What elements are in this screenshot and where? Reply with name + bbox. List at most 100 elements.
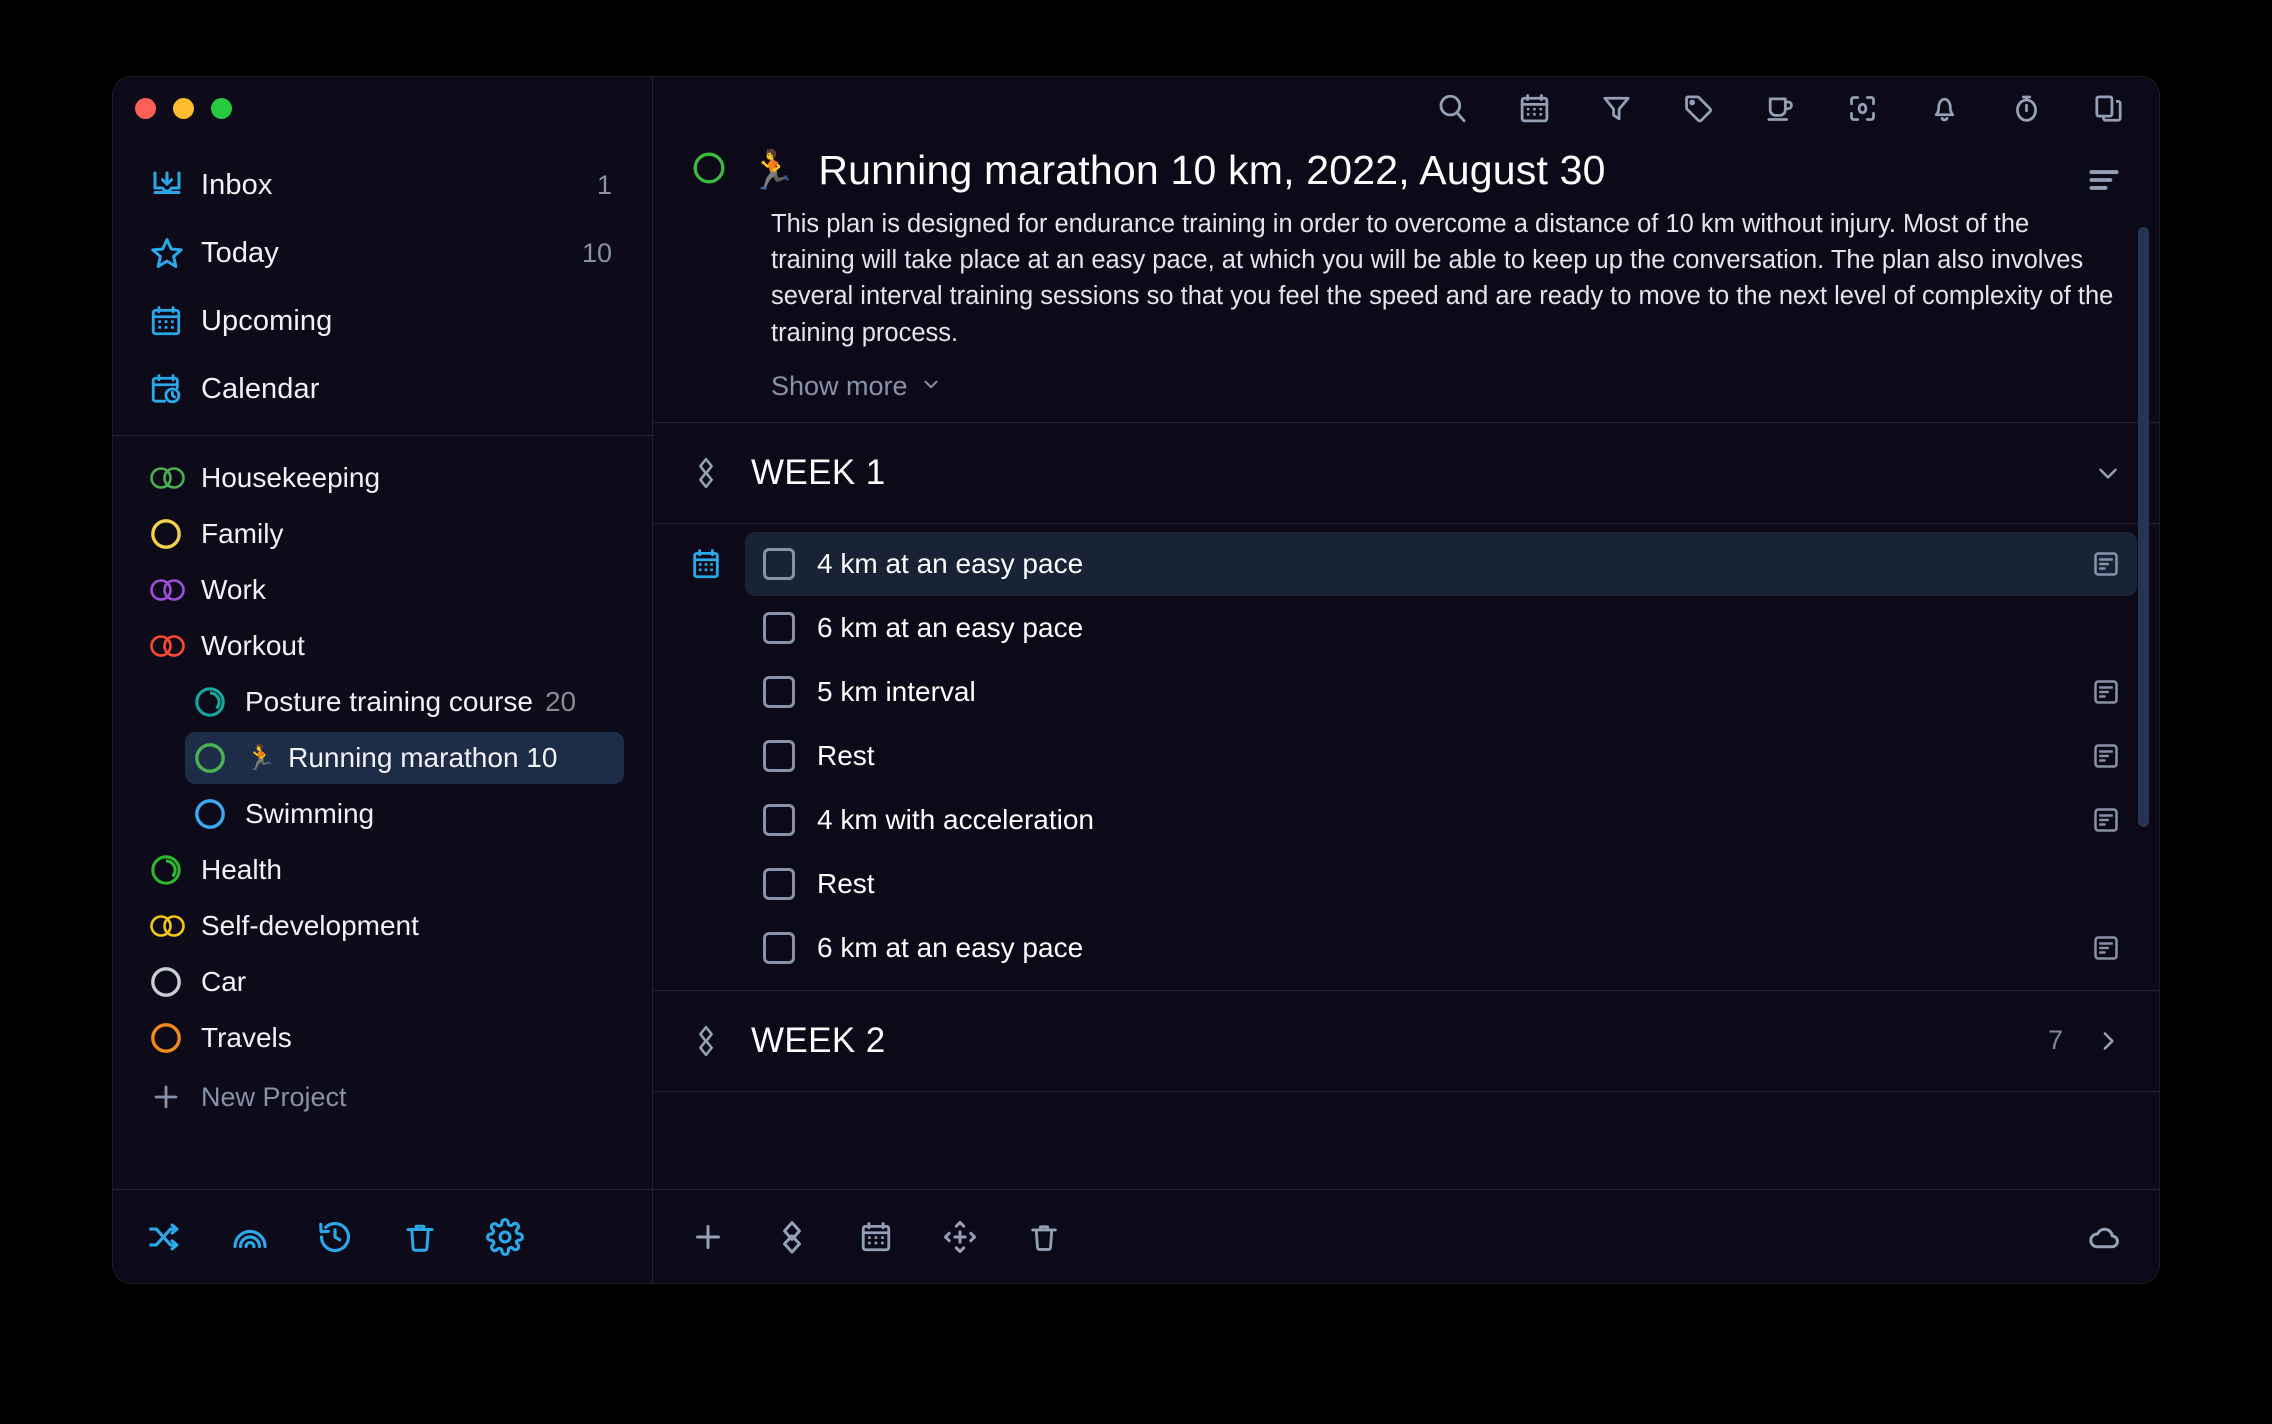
tag-icon[interactable]	[1677, 87, 1719, 129]
project-circle-icon[interactable]	[149, 631, 201, 661]
task-checkbox[interactable]	[763, 547, 795, 580]
new-project-button[interactable]: New Project	[113, 1066, 652, 1128]
project-circle-icon[interactable]	[193, 797, 245, 831]
task-row[interactable]: Rest	[653, 724, 2159, 788]
sidebar-project-item[interactable]: Family	[113, 506, 652, 562]
project-label-text: Posture training course	[245, 686, 533, 717]
sidebar-item-upcoming[interactable]: Upcoming	[113, 287, 652, 355]
project-label-text: Family	[201, 518, 284, 549]
main-toolbar	[653, 77, 2159, 139]
sidebar-project-item[interactable]: Self-development	[113, 898, 652, 954]
sidebar-project-item[interactable]: Workout	[113, 618, 652, 674]
calendar-icon[interactable]	[855, 1216, 897, 1258]
task-note-icon[interactable]	[2091, 741, 2121, 771]
project-label-text: Swimming	[245, 798, 375, 829]
sidebar-project-item[interactable]: Car	[113, 954, 652, 1010]
trash-icon[interactable]	[398, 1215, 442, 1259]
task-checkbox[interactable]	[763, 675, 795, 708]
project-circle-icon[interactable]	[149, 517, 201, 551]
project-label: 🏃 Running marathon 10	[245, 742, 557, 774]
task-row[interactable]: Rest	[653, 852, 2159, 916]
calendar-clock-icon	[149, 367, 201, 411]
task-note-icon[interactable]	[2091, 933, 2121, 963]
sidebar-project-item[interactable]: 🏃 Running marathon 10	[113, 730, 652, 786]
sidebar-project-item[interactable]: Swimming	[113, 786, 652, 842]
project-circle-icon[interactable]	[149, 911, 201, 941]
trash-icon[interactable]	[1023, 1216, 1065, 1258]
show-more-button[interactable]: Show more	[771, 371, 942, 402]
project-circle-icon[interactable]	[149, 853, 201, 887]
sidebar-item-today[interactable]: Today 10	[113, 219, 652, 287]
plus-icon[interactable]	[687, 1216, 729, 1258]
bell-icon[interactable]	[1923, 87, 1965, 129]
task-checkbox[interactable]	[763, 867, 795, 900]
rainbow-icon[interactable]	[228, 1215, 272, 1259]
sidebar-project-item[interactable]: Health	[113, 842, 652, 898]
stopwatch-icon[interactable]	[2005, 87, 2047, 129]
gear-icon[interactable]	[483, 1215, 527, 1259]
project-label: Swimming	[245, 798, 374, 830]
star-icon	[149, 231, 201, 275]
sidebar-item-inbox[interactable]: Inbox 1	[113, 151, 652, 219]
inbox-icon	[149, 163, 201, 207]
chevron-right-icon[interactable]	[2093, 1026, 2123, 1056]
task-row[interactable]: 5 km interval	[653, 660, 2159, 724]
app-window: Inbox 1 Today 10 Upcoming Calendar House…	[113, 77, 2159, 1283]
task-checkbox[interactable]	[763, 803, 795, 836]
project-circle-icon[interactable]	[193, 685, 245, 719]
task-checkbox[interactable]	[763, 739, 795, 772]
sidebar-item-calendar[interactable]: Calendar	[113, 355, 652, 423]
sort-menu-icon[interactable]	[2085, 161, 2123, 204]
sidebar-project-item[interactable]: Travels	[113, 1010, 652, 1066]
filter-icon[interactable]	[1595, 87, 1637, 129]
mug-icon[interactable]	[1759, 87, 1801, 129]
project-emoji: 🏃	[749, 149, 797, 192]
focus-icon[interactable]	[1841, 87, 1883, 129]
task-note-icon[interactable]	[2091, 549, 2121, 579]
chevron-down-icon	[920, 371, 942, 402]
project-label-truncated: 20	[544, 686, 577, 717]
task-note-icon[interactable]	[2091, 677, 2121, 707]
task-row[interactable]: 6 km at an easy pace	[653, 596, 2159, 660]
project-emoji: 🏃	[245, 743, 277, 772]
project-circle-icon[interactable]	[149, 463, 201, 493]
sidebar-footer-toolbar	[113, 1189, 652, 1283]
section-header-week-1[interactable]: WEEK 1	[653, 423, 2159, 523]
task-checkbox[interactable]	[763, 611, 795, 644]
project-circle-icon[interactable]	[193, 741, 245, 775]
task-due-date-icon[interactable]	[689, 547, 745, 581]
history-icon[interactable]	[313, 1215, 357, 1259]
project-label-text: Running marathon 10	[288, 742, 558, 773]
cloud-icon[interactable]	[2083, 1216, 2125, 1258]
minimize-button[interactable]	[173, 97, 194, 119]
section-header-week-2[interactable]: WEEK 2 7	[653, 991, 2159, 1091]
task-note-icon[interactable]	[2091, 805, 2121, 835]
task-row[interactable]: 4 km with acceleration	[653, 788, 2159, 852]
task-row[interactable]: 4 km at an easy pace	[653, 531, 2159, 596]
move-icon[interactable]	[939, 1216, 981, 1258]
sidebar-project-item[interactable]: Posture training course 20	[113, 674, 652, 730]
task-label: Rest	[817, 739, 875, 771]
task-label: 5 km interval	[817, 675, 976, 707]
search-icon[interactable]	[1431, 87, 1473, 129]
project-label-text: Housekeeping	[201, 462, 381, 493]
task-checkbox[interactable]	[763, 931, 795, 964]
maximize-button[interactable]	[211, 97, 232, 119]
plus-icon	[149, 1080, 201, 1114]
shuffle-icon[interactable]	[143, 1215, 187, 1259]
project-circle-icon[interactable]	[149, 965, 201, 999]
sidebar-project-item[interactable]: Work	[113, 562, 652, 618]
project-circle-icon[interactable]	[691, 150, 727, 191]
project-circle-icon[interactable]	[149, 1021, 201, 1055]
calendar-icon[interactable]	[1513, 87, 1555, 129]
project-label: Work	[201, 574, 266, 606]
heading-icon[interactable]	[771, 1216, 813, 1258]
vertical-scrollbar[interactable]	[2138, 227, 2149, 827]
sidebar-project-item[interactable]: Housekeeping	[113, 450, 652, 506]
chevron-down-icon[interactable]	[2093, 458, 2123, 488]
close-button[interactable]	[135, 97, 156, 119]
task-row[interactable]: 6 km at an easy pace	[653, 916, 2159, 980]
project-circle-icon[interactable]	[149, 575, 201, 605]
duplicate-icon[interactable]	[2087, 87, 2129, 129]
sidebar-item-count: 10	[581, 237, 612, 268]
